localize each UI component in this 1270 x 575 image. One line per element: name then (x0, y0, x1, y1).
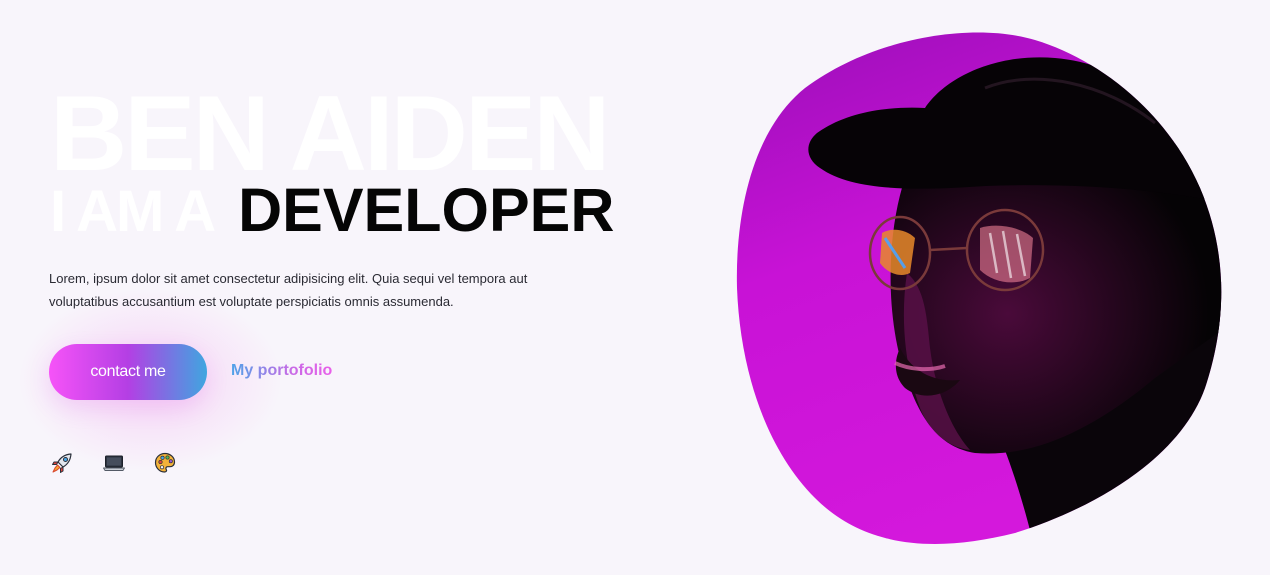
laptop-icon (102, 451, 126, 475)
portrait-image (735, 28, 1225, 550)
contact-button[interactable]: contact me (49, 344, 207, 400)
hero-intro: I AM A (50, 179, 216, 244)
hero-subtitle: I AM A DEVELOPER (50, 180, 614, 241)
palette-icon (153, 451, 177, 475)
hero-section: BEN AIDEN I AM A DEVELOPER Lorem, ipsum d… (0, 0, 700, 575)
hero-description: Lorem, ipsum dolor sit amet consectetur … (49, 271, 528, 309)
hero-name: BEN AIDEN (50, 73, 611, 193)
rocket-icon (50, 451, 74, 475)
hero-role: DEVELOPER (238, 176, 615, 244)
portfolio-link[interactable]: My portofolio (231, 362, 332, 380)
